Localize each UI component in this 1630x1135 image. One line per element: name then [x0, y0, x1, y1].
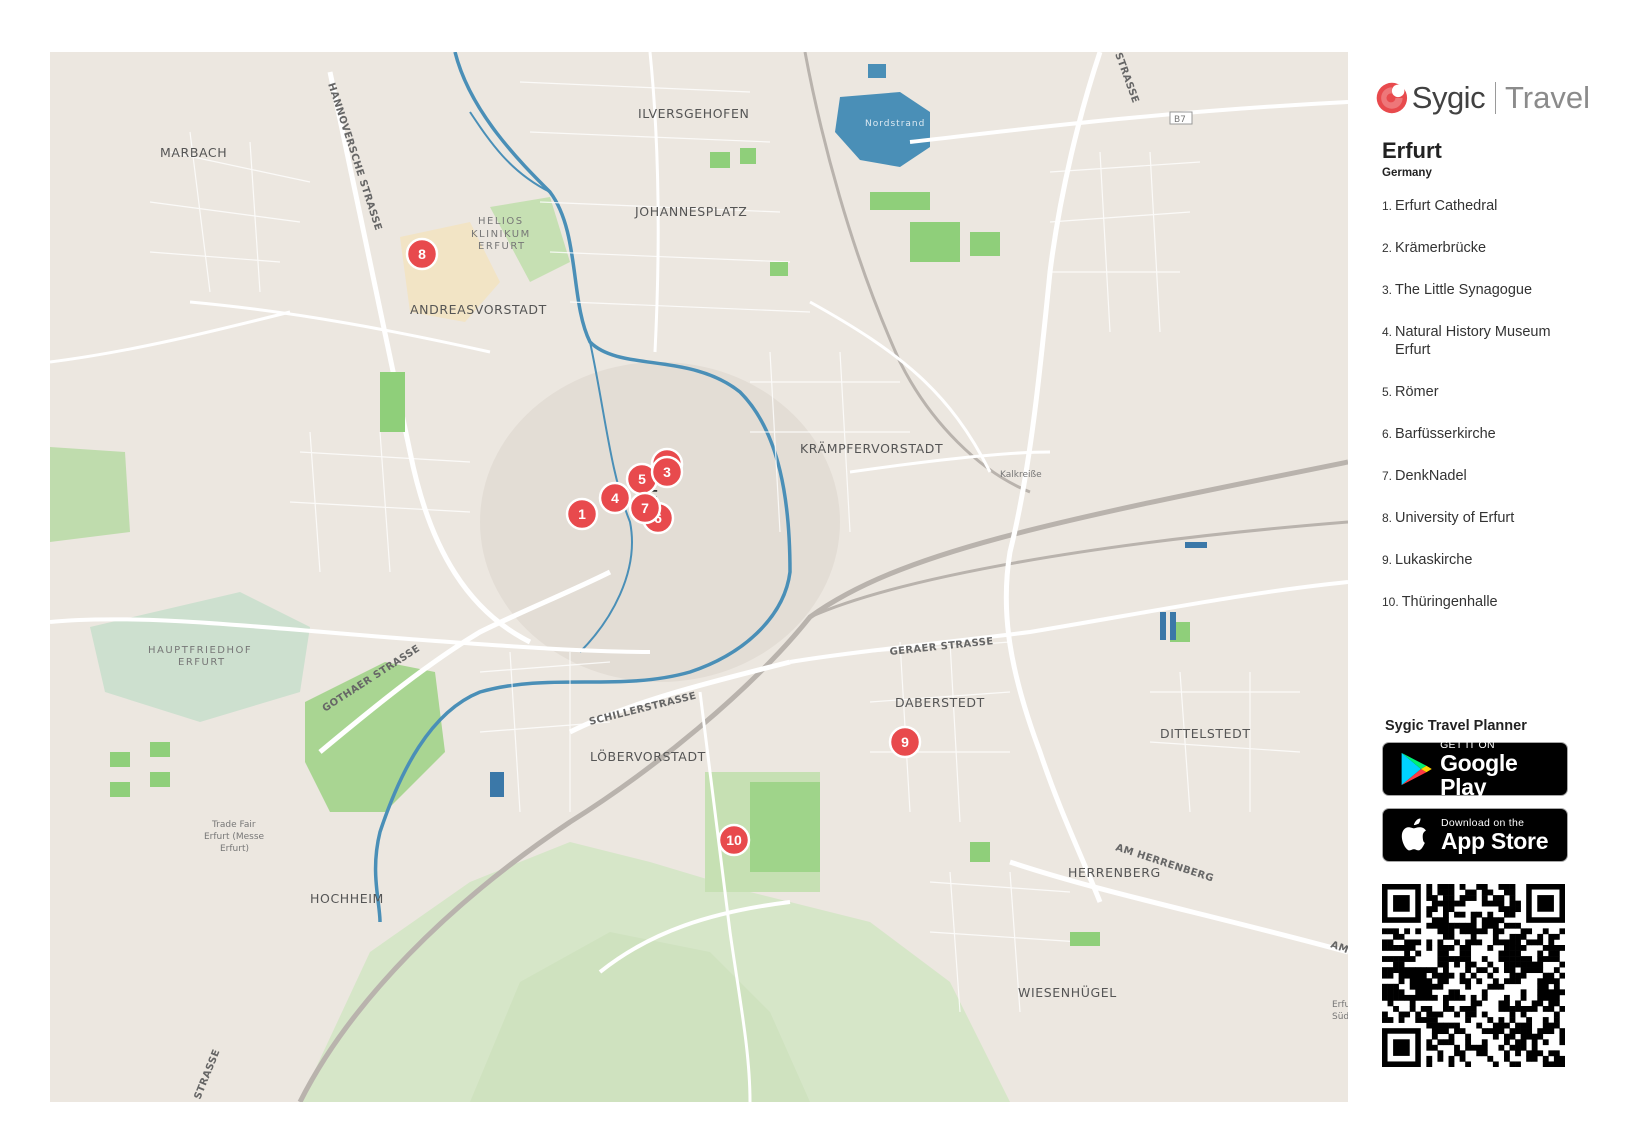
label-daberstedt: DABERSTEDT [895, 695, 985, 710]
label-ilversgehofen: ILVERSGEHOFEN [638, 106, 749, 121]
poi-list-item[interactable]: 3. The Little Synagogue [1382, 281, 1590, 299]
poi-marker[interactable]: 9 [888, 725, 922, 759]
poi-number: 8. [1382, 511, 1393, 525]
brand-header: Sygic Travel [1370, 70, 1590, 126]
google-play-button[interactable]: GET IT ON Google Play [1382, 739, 1568, 800]
map-canvas: MARBACH ILVERSGEHOFEN JOHANNESPLATZ Nord… [50, 52, 1348, 1102]
marker-number: 5 [638, 471, 646, 487]
poi-name: Thüringenhalle [1401, 594, 1498, 610]
label-marbach: MARBACH [160, 145, 227, 160]
label-herrenberg: HERRENBERG [1068, 865, 1161, 880]
sygic-logo-icon [1376, 82, 1408, 114]
poi-marker[interactable]: 1 [565, 497, 599, 531]
poi-number: 5. [1382, 385, 1393, 399]
app-store-big-text: App Store [1441, 828, 1549, 854]
map-view[interactable]: MARBACH ILVERSGEHOFEN JOHANNESPLATZ Nord… [50, 52, 1348, 1102]
poi-marker[interactable]: 8 [405, 237, 439, 271]
poi-list-item[interactable]: 2. Krämerbrücke [1382, 239, 1590, 257]
poi-marker[interactable]: 3 [650, 455, 684, 489]
poi-marker[interactable]: 10 [717, 823, 751, 857]
label-kalkreisse: Kalkreiße [1000, 470, 1042, 480]
marker-number: 1 [578, 506, 586, 522]
label-kraempfervorstadt: KRÄMPFERVORSTADT [800, 441, 943, 456]
city-title: Erfurt [1382, 138, 1442, 163]
west-green-area [50, 447, 130, 542]
marker-number: 3 [663, 464, 671, 480]
apple-icon [1401, 818, 1426, 851]
poi-name: Natural History Museum Erfurt [1395, 324, 1551, 358]
poi-number: 1. [1382, 199, 1393, 213]
brand-sub: Travel [1505, 80, 1590, 115]
poi-list: 1. Erfurt Cathedral 2. Krämerbrücke 3. The Li… [1382, 197, 1590, 611]
label-andreasvorstadt: ANDREASVORSTADT [410, 302, 547, 317]
poi-number: 7. [1382, 469, 1393, 483]
poi-list-item[interactable]: 10. Thüringenhalle [1382, 593, 1590, 611]
label-helios-2: KLINIKUM [471, 229, 531, 240]
qr-code[interactable] [1382, 884, 1565, 1067]
google-play-icon [1401, 752, 1432, 786]
poi-list-item[interactable]: 9. Lukaskirche [1382, 551, 1590, 569]
poi-name: Barfüsserkirche [1395, 426, 1496, 442]
country-subtitle: Germany [1382, 167, 1432, 179]
poi-name: Römer [1395, 384, 1439, 400]
poi-number: 2. [1382, 241, 1393, 255]
poi-name: Lukaskirche [1395, 552, 1473, 568]
poi-name: University of Erfurt [1395, 510, 1515, 526]
poi-list-item[interactable]: 8. University of Erfurt [1382, 509, 1590, 527]
label-nordstrand: Nordstrand [865, 119, 925, 129]
marker-number: 9 [901, 734, 909, 750]
label-wiesenhuegel: WIESENHÜGEL [1018, 984, 1117, 1000]
poi-list-item[interactable]: 6. Barfüsserkirche [1382, 425, 1590, 443]
label-hauptfriedhof-1: HAUPTFRIEDHOF [148, 645, 252, 656]
side-panel: Sygic Travel Erfurt Germany 1. Erfurt Cat… [1370, 70, 1590, 635]
label-dittelstedt: DITTELSTEDT [1160, 726, 1251, 741]
poi-marker[interactable]: 4 [598, 481, 632, 515]
poi-list-item[interactable]: 1. Erfurt Cathedral [1382, 197, 1590, 215]
marker-number: 7 [641, 500, 649, 516]
label-helios-1: HELIOS [478, 216, 524, 227]
label-helios-3: ERFURT [478, 241, 526, 252]
poi-number: 10. [1382, 595, 1399, 609]
label-hochheim: HOCHHEIM [310, 891, 384, 906]
planner-title: Sygic Travel Planner [1385, 718, 1527, 734]
label-erfurt-se-2: Süd [1332, 1012, 1348, 1022]
label-tradefair-1: Trade Fair [211, 820, 256, 830]
marker-number: 4 [611, 490, 619, 506]
label-tradefair-3: Erfurt) [220, 844, 249, 854]
label-johannesplatz: JOHANNESPLATZ [634, 204, 747, 219]
brand-separator [1495, 82, 1497, 114]
poi-number: 6. [1382, 427, 1393, 441]
app-store-button[interactable]: Download on the App Store [1382, 808, 1568, 862]
poi-list-item[interactable]: 5. Römer [1382, 383, 1590, 401]
marker-number: 10 [726, 832, 742, 848]
poi-list-item[interactable]: 7. DenkNadel [1382, 467, 1590, 485]
label-b7: B7 [1174, 115, 1186, 125]
poi-name: DenkNadel [1395, 468, 1467, 484]
marker-number: 8 [418, 246, 426, 262]
poi-number: 9. [1382, 553, 1393, 567]
poi-list-item[interactable]: 4. Natural History Museum Erfurt [1382, 323, 1590, 359]
label-hauptfriedhof-2: ERFURT [178, 657, 226, 668]
poi-name: Krämerbrücke [1395, 240, 1487, 256]
poi-name: The Little Synagogue [1395, 282, 1533, 298]
poi-number: 4. [1382, 325, 1393, 339]
poi-marker[interactable]: 7 [628, 491, 662, 525]
label-loebervorstadt: LÖBERVORSTADT [590, 748, 706, 764]
poi-name: Erfurt Cathedral [1395, 198, 1498, 214]
label-tradefair-2: Erfurt (Messe [204, 832, 265, 842]
poi-number: 3. [1382, 283, 1393, 297]
label-erfurt-se-1: Erfu [1332, 1000, 1348, 1010]
brand-name: Sygic [1411, 80, 1486, 115]
google-play-big-text: Google Play [1440, 750, 1518, 800]
